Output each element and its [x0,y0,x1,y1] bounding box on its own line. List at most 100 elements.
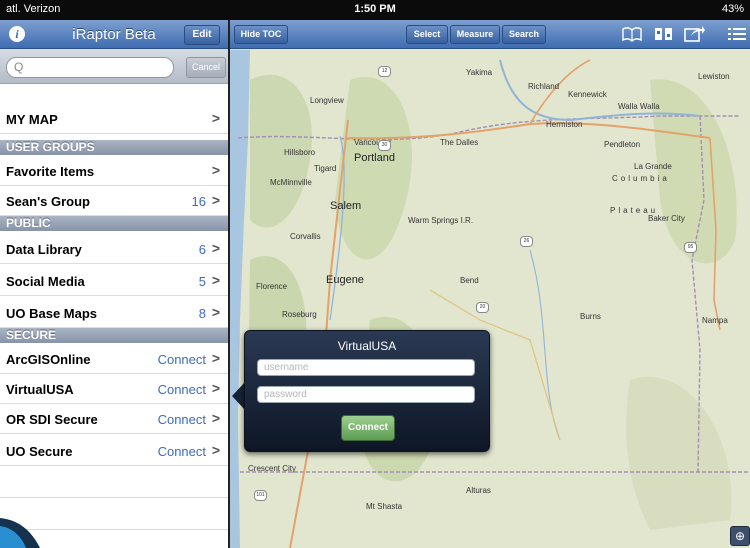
map-label-la-grande: La Grande [634,162,672,171]
sidebar-item-favorite-items[interactable]: Favorite Items > [0,156,228,186]
map-label-tigard: Tigard [314,164,337,173]
chevron-right-icon: > [211,162,220,178]
sidebar-item-label: UO Secure [6,444,73,459]
password-field[interactable] [257,386,475,403]
chevron-right-icon: > [211,110,220,126]
item-count: 5 [198,274,206,289]
map-label-eugene: Eugene [326,274,364,286]
map-label-bend: Bend [460,276,479,285]
sidebar-item-uo-base-maps[interactable]: UO Base Maps 8 > [0,298,228,328]
chevron-right-icon: > [211,380,220,396]
clock: 1:50 PM [354,3,396,15]
map-label-portland: Portland [354,152,395,164]
sidebar-item-data-library[interactable]: Data Library 6 > [0,234,228,264]
sidebar-item-label: MY MAP [6,112,58,127]
map-label-richland: Richland [528,82,560,91]
map-label-longview: Longview [310,96,344,105]
sidebar-item-label: Data Library [6,242,82,257]
map-view[interactable]: Vancouver Portland Hillsboro Tigard McMi… [230,20,750,548]
route-shield-icon: 12 [378,66,391,77]
connect-link[interactable]: Connect [158,444,206,459]
chevron-right-icon: > [211,350,220,366]
section-header-public: PUBLIC [0,216,228,231]
map-label-columbia: Columbia [612,174,670,183]
locate-me-icon[interactable]: ⊕ [730,526,750,546]
sidebar-item-or-sdi-secure[interactable]: OR SDI Secure Connect > [0,404,228,434]
connect-button[interactable]: Connect [341,415,395,441]
route-shield-icon: 95 [684,242,697,253]
map-label-warm-springs: Warm Springs I.R. [408,216,474,225]
sidebar-item-label: Favorite Items [6,164,95,179]
toc-sidebar: i iRaptor Beta Edit Q Cancel MY MAP > US… [0,20,228,548]
sidebar-item-label: UO Base Maps [6,306,98,321]
search-input[interactable]: Q [6,57,174,78]
username-field[interactable] [257,359,475,376]
battery-label: 43% [721,3,744,15]
sidebar-item-label: ArcGISOnline [6,352,91,367]
empty-row [0,468,228,498]
hide-toc-button[interactable]: Hide TOC [234,25,288,44]
login-popover: VirtualUSA Connect [244,330,490,452]
map-toolbar: Hide TOC Select Measure Search [230,20,750,49]
sidebar-item-social-media[interactable]: Social Media 5 > [0,266,228,296]
map-label-walla-walla: Walla Walla [618,102,660,111]
map-label-pendleton: Pendleton [604,140,641,149]
chevron-right-icon: > [211,240,220,256]
sidebar-item-label: VirtualUSA [6,382,74,397]
sidebar-item-label: Social Media [6,274,85,289]
map-label-lewiston: Lewiston [698,72,730,81]
search-bar: Q Cancel [0,49,228,84]
sidebar-item-my-map[interactable]: MY MAP > [0,104,228,134]
route-shield-icon: 20 [476,302,489,313]
item-count: 8 [198,306,206,321]
map-label-alturas: Alturas [466,486,491,495]
edit-button[interactable]: Edit [184,25,220,45]
map-label-nampa: Nampa [702,316,728,325]
map-label-roseburg: Roseburg [282,310,317,319]
connect-link[interactable]: Connect [158,382,206,397]
item-count: 16 [191,194,206,209]
spacer [0,84,228,104]
share-icon[interactable] [684,24,706,42]
connect-link[interactable]: Connect [158,352,206,367]
map-label-salem: Salem [330,200,362,212]
chevron-right-icon: > [211,272,220,288]
chevron-right-icon: > [211,442,220,458]
sidebar-item-seans-group[interactable]: Sean's Group 16 > [0,186,228,216]
sidebar-item-uo-secure[interactable]: UO Secure Connect > [0,436,228,466]
route-shield-icon: 101 [254,490,267,501]
chevron-right-icon: > [211,304,220,320]
chevron-right-icon: > [211,410,220,426]
map-label-burns: Burns [580,312,601,321]
map-terrain-icon [230,20,750,548]
map-label-hillsboro: Hillsboro [284,148,316,157]
sidebar-item-label: Sean's Group [6,194,90,209]
connect-link[interactable]: Connect [158,412,206,427]
search-placeholder: Q [14,60,24,74]
sidebar-item-arcgisonline[interactable]: ArcGISOnline Connect > [0,344,228,374]
map-label-hermiston: Hermiston [546,120,583,129]
section-header-user-groups: USER GROUPS [0,140,228,155]
select-button[interactable]: Select [406,25,448,44]
corner-swoosh-icon [0,518,40,548]
item-count: 6 [198,242,206,257]
popover-title: VirtualUSA [337,339,397,353]
route-shield-icon: 26 [520,236,533,247]
map-label-mcminnville: McMinnville [270,178,312,187]
measure-button[interactable]: Measure [450,25,500,44]
sidebar-navbar: i iRaptor Beta Edit [0,20,228,49]
layers-map-icon[interactable] [654,25,674,43]
map-label-baker-city: Baker City [648,214,685,223]
sidebar-item-label: OR SDI Secure [6,412,98,427]
map-label-florence: Florence [256,282,288,291]
search-button[interactable]: Search [502,25,546,44]
map-label-mt-shasta: Mt Shasta [366,502,403,511]
chevron-right-icon: > [211,192,220,208]
map-label-crescent-city: Crescent City [248,464,297,473]
sidebar-item-virtualusa[interactable]: VirtualUSA Connect > [0,374,228,404]
list-icon[interactable] [728,27,746,41]
book-icon[interactable] [622,26,642,42]
map-label-the-dalles: The Dalles [440,138,479,147]
map-label-yakima: Yakima [466,68,493,77]
cancel-button[interactable]: Cancel [186,57,226,78]
